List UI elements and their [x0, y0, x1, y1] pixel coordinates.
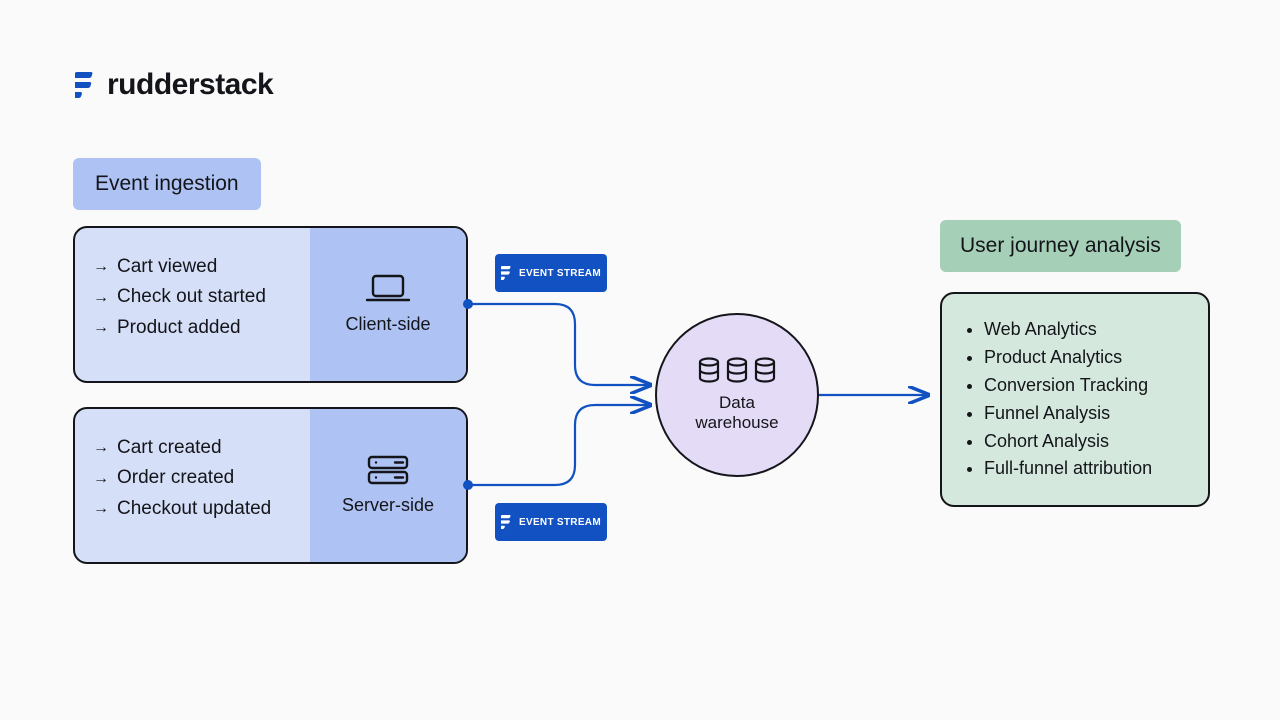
event-name: Order created	[117, 463, 234, 493]
event-ingestion-label: Event ingestion	[73, 158, 261, 210]
list-item: → Checkout updated	[93, 494, 292, 524]
user-journey-card: Web Analytics Product Analytics Conversi…	[940, 292, 1210, 507]
list-item: → Cart viewed	[93, 252, 292, 282]
brand-logo-mark-icon	[75, 72, 97, 98]
server-side-title: Server-side	[342, 495, 434, 516]
server-events-list: → Cart created → Order created → Checkout u…	[75, 409, 310, 562]
brand-name: rudderstack	[107, 68, 273, 102]
brand-logo-mark-icon	[501, 266, 513, 280]
arrow-right-icon: →	[93, 315, 109, 341]
client-side-card: → Cart viewed → Check out started → Product…	[73, 226, 468, 383]
event-name: Product added	[117, 313, 241, 343]
server-side-card: → Cart created → Order created → Checkout u…	[73, 407, 468, 564]
arrow-right-icon: →	[93, 466, 109, 492]
event-name: Check out started	[117, 282, 266, 312]
list-item: Cohort Analysis	[984, 428, 1186, 456]
event-stream-badge: EVENT STREAM	[495, 503, 607, 541]
brand-logo: rudderstack	[75, 68, 273, 102]
list-item: Web Analytics	[984, 316, 1186, 344]
event-name: Checkout updated	[117, 494, 271, 524]
stream-label: EVENT STREAM	[519, 517, 601, 528]
event-stream-badge: EVENT STREAM	[495, 254, 607, 292]
database-icon	[753, 357, 777, 385]
list-item: Full-funnel attribution	[984, 455, 1186, 483]
list-item: → Cart created	[93, 433, 292, 463]
server-side-panel: Server-side	[310, 409, 466, 562]
user-journey-label: User journey analysis	[940, 220, 1181, 272]
event-name: Cart created	[117, 433, 222, 463]
client-events-list: → Cart viewed → Check out started → Product…	[75, 228, 310, 381]
server-icon	[367, 455, 409, 485]
arrow-right-icon: →	[93, 254, 109, 280]
warehouse-label: Datawarehouse	[695, 393, 778, 432]
event-name: Cart viewed	[117, 252, 217, 282]
client-side-panel: Client-side	[310, 228, 466, 381]
list-item: Funnel Analysis	[984, 400, 1186, 428]
laptop-icon	[365, 274, 411, 304]
list-item: → Order created	[93, 463, 292, 493]
journey-list: Web Analytics Product Analytics Conversi…	[964, 316, 1186, 483]
arrow-right-icon: →	[93, 285, 109, 311]
list-item: Conversion Tracking	[984, 372, 1186, 400]
database-icon	[725, 357, 749, 385]
brand-logo-mark-icon	[501, 515, 513, 529]
list-item: Product Analytics	[984, 344, 1186, 372]
arrow-right-icon: →	[93, 496, 109, 522]
client-side-title: Client-side	[345, 314, 430, 335]
data-warehouse-node: Datawarehouse	[655, 313, 819, 477]
database-icon-row	[697, 357, 777, 385]
database-icon	[697, 357, 721, 385]
arrow-right-icon: →	[93, 435, 109, 461]
stream-label: EVENT STREAM	[519, 268, 601, 279]
list-item: → Check out started	[93, 282, 292, 312]
list-item: → Product added	[93, 313, 292, 343]
